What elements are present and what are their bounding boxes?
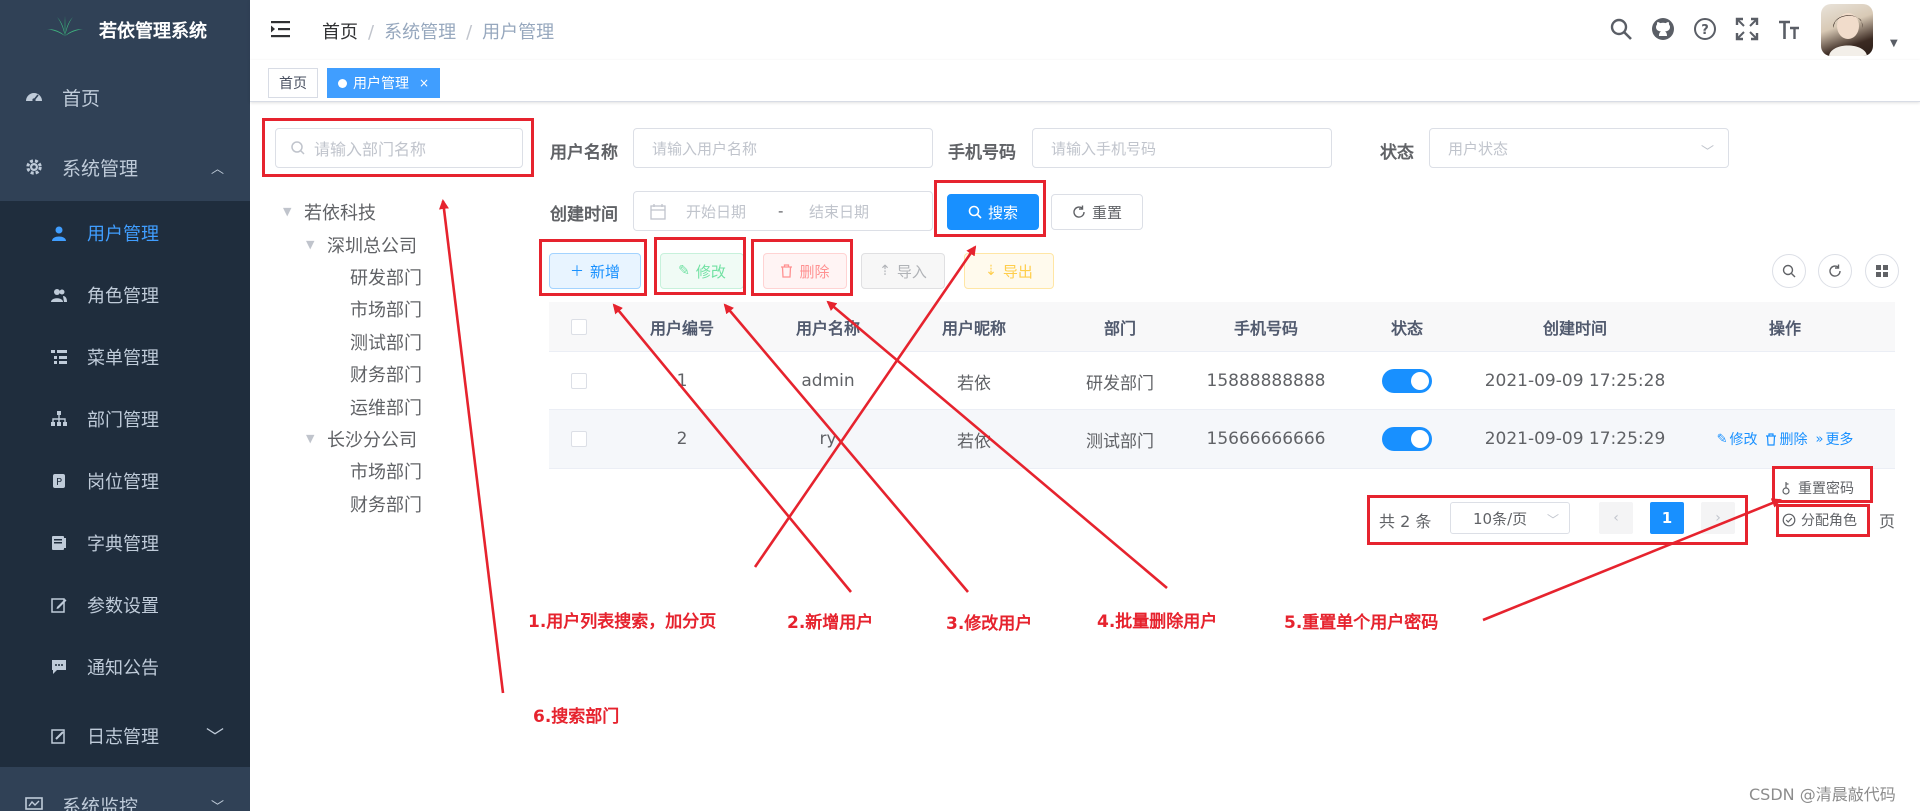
annotation-label-4: 4.批量删除用户 bbox=[1097, 612, 1218, 632]
annotation-label-1: 1.用户列表搜索，加分页 bbox=[528, 612, 717, 632]
annotation-label-3: 3.修改用户 bbox=[946, 614, 1033, 634]
annotation-label-2: 2.新增用户 bbox=[787, 613, 874, 633]
annotation-arrows bbox=[439, 199, 1782, 694]
watermark: CSDN @清晨敲代码 bbox=[1749, 785, 1896, 804]
annotation-label-6: 6.搜索部门 bbox=[533, 707, 620, 727]
annotation-label-5: 5.重置单个用户密码 bbox=[1284, 613, 1439, 633]
